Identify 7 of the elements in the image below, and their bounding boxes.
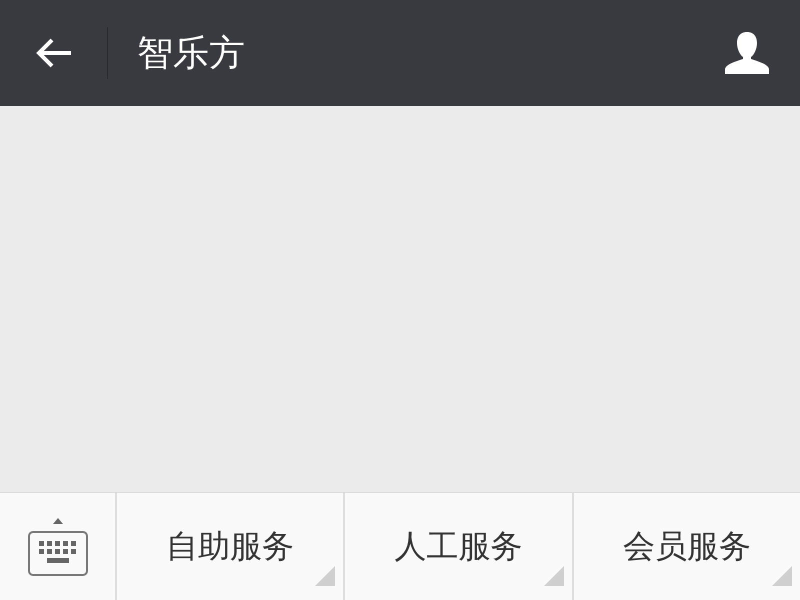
menu-button[interactable]: 会员服务 [572, 493, 800, 600]
menu-button[interactable]: 自助服务 [115, 493, 344, 600]
menu-button[interactable]: 人工服务 [343, 493, 572, 600]
header-title: 智乐方 [137, 32, 246, 76]
user-icon[interactable] [724, 30, 770, 76]
back-arrow-icon [34, 37, 72, 69]
keyboard-icon [26, 516, 90, 578]
